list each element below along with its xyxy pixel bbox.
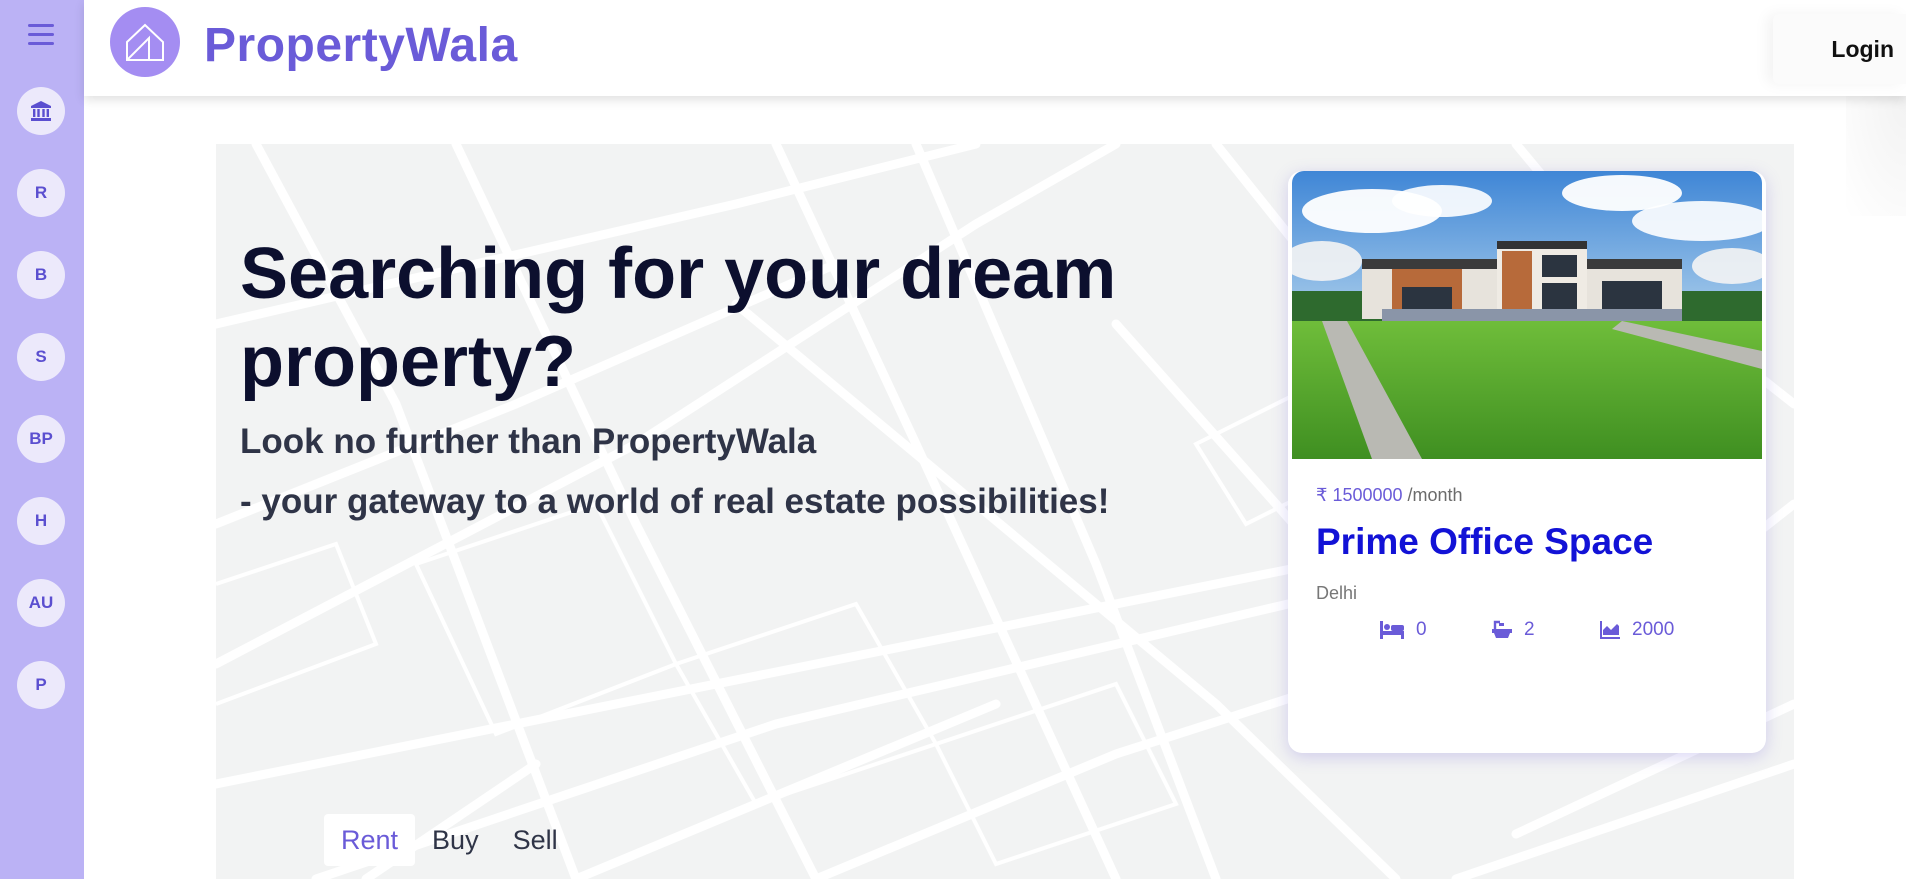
- house-photo: [1292, 171, 1762, 459]
- hero-subtitle-line1: Look no further than PropertyWala: [240, 422, 817, 461]
- property-image[interactable]: [1292, 171, 1762, 459]
- bank-icon: [31, 101, 51, 121]
- sidebar-item-bank[interactable]: [17, 87, 65, 135]
- property-title[interactable]: Prime Office Space: [1316, 521, 1653, 563]
- tab-sell[interactable]: Sell: [496, 814, 575, 866]
- listing-type-tabs: Rent Buy Sell: [324, 814, 575, 866]
- hero-subtitle-line2: - your gateway to a world of real estate…: [240, 482, 1110, 521]
- sidebar-item-b[interactable]: B: [17, 251, 65, 299]
- sidebar-item-p[interactable]: P: [17, 661, 65, 709]
- feature-beds: 0: [1380, 619, 1492, 641]
- feature-baths: 2: [1492, 619, 1600, 641]
- beds-count: 0: [1416, 619, 1427, 640]
- baths-count: 2: [1524, 619, 1535, 640]
- hamburger-menu-icon[interactable]: [28, 24, 54, 46]
- sidebar-item-bp[interactable]: BP: [17, 415, 65, 463]
- bath-icon: [1492, 620, 1512, 638]
- top-header: PropertyWala Login: [84, 0, 1906, 96]
- area-value: 2000: [1632, 619, 1675, 640]
- price-period: /month: [1402, 485, 1463, 505]
- hero-headline: Searching for your dream property?: [240, 234, 1117, 402]
- logo[interactable]: [110, 7, 180, 77]
- login-button[interactable]: Login: [1773, 14, 1906, 84]
- area-chart-icon: [1600, 621, 1620, 639]
- house-logo-icon: [126, 23, 164, 61]
- sidebar-item-r[interactable]: R: [17, 169, 65, 217]
- sidebar-item-au[interactable]: AU: [17, 579, 65, 627]
- tab-buy[interactable]: Buy: [415, 814, 496, 866]
- decorative-shadow: [1846, 96, 1906, 216]
- tab-rent[interactable]: Rent: [324, 814, 416, 866]
- property-features: 0 2 2000: [1380, 619, 1674, 641]
- property-card[interactable]: ₹ 1500000 /month Prime Office Space Delh…: [1288, 171, 1766, 753]
- sidebar-item-s[interactable]: S: [17, 333, 65, 381]
- property-location: Delhi: [1316, 583, 1358, 603]
- sidebar: R B S BP H AU P: [0, 0, 84, 879]
- price-text: ₹ 1500000 /month: [1316, 485, 1463, 506]
- feature-area: 2000: [1600, 619, 1674, 641]
- brand-name[interactable]: PropertyWala: [204, 18, 518, 73]
- bed-icon: [1380, 621, 1404, 639]
- sidebar-item-h[interactable]: H: [17, 497, 65, 545]
- price-value: ₹ 1500000: [1316, 485, 1403, 505]
